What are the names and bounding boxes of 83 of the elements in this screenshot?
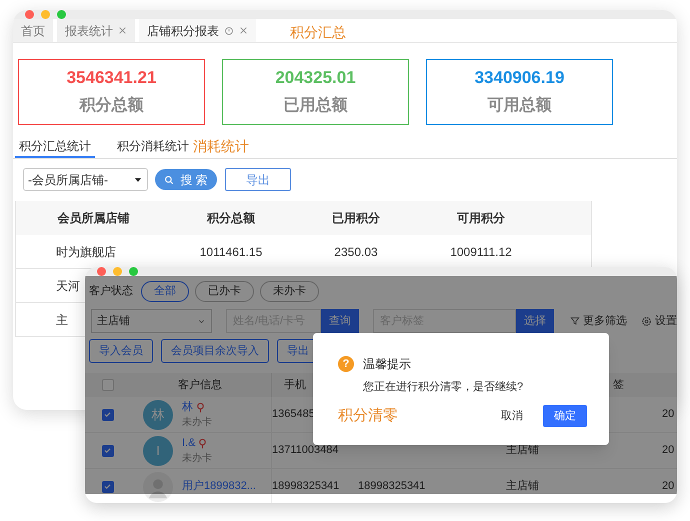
column-header: 已用积分 <box>331 210 381 227</box>
table-cell-text: 20 <box>662 443 674 458</box>
column-header: 可用积分 <box>456 210 506 227</box>
row-checkbox[interactable] <box>102 408 114 420</box>
search-button[interactable]: 查询 <box>321 309 359 333</box>
store-select[interactable]: -会员所属店铺- <box>23 168 148 191</box>
card-label: 已用总额 <box>284 96 348 116</box>
avatar-icon <box>143 472 173 502</box>
action-button[interactable]: 导入会员 <box>89 339 153 363</box>
check-icon <box>103 410 112 419</box>
column-header: 手机 <box>283 378 306 393</box>
filter-icon <box>570 316 580 326</box>
confirm-button[interactable]: 确定 <box>543 404 587 427</box>
pin-icon <box>195 402 206 412</box>
select-all-checkbox[interactable] <box>102 379 114 391</box>
question-icon: ? <box>338 356 354 372</box>
annotation-text: 积分清零 <box>338 406 398 426</box>
table-cell-text: 13711003484 <box>272 443 338 458</box>
table-cell-text: 主店铺 <box>506 478 539 494</box>
zoom-button[interactable] <box>129 267 138 276</box>
table-cell: 2350.03 <box>334 244 378 258</box>
settings-icon <box>641 316 652 326</box>
sub-tab[interactable]: 积分消耗统计 <box>113 135 193 158</box>
dialog-title: 温馨提示 <box>363 356 411 373</box>
table-cell: 1011461.15 <box>200 244 262 258</box>
annotation-text: 消耗统计 <box>193 137 249 156</box>
tab[interactable]: 首页 <box>13 19 53 42</box>
customer-name[interactable]: 用户1899832... <box>182 479 256 494</box>
sub-tab[interactable]: 积分汇总统计 <box>15 135 95 158</box>
row-checkbox[interactable] <box>102 480 114 492</box>
close-icon <box>118 26 127 35</box>
column-header: 签 <box>612 378 624 393</box>
table-cell-text: 18998325341 <box>357 479 426 494</box>
zoom-button[interactable] <box>57 10 66 19</box>
pin-icon <box>197 438 208 448</box>
annotation-text: 积分汇总 <box>290 23 346 42</box>
table-cell: 天河 <box>56 278 80 292</box>
search-button[interactable]: 选择 <box>516 309 554 333</box>
filter-label: 客户状态 <box>89 284 133 299</box>
search-button[interactable]: 搜 索 <box>155 169 217 190</box>
customer-name[interactable]: I.& <box>182 436 196 450</box>
store-select[interactable]: 主店铺 <box>91 309 212 333</box>
table-cell: 1009111.12 <box>450 244 512 258</box>
column-header: 积分总额 <box>206 210 256 227</box>
export-button[interactable]: 导出 <box>225 168 291 191</box>
avatar: I <box>143 436 173 466</box>
action-button[interactable]: 会员项目余次导入 <box>161 339 269 363</box>
close-icon <box>239 26 248 35</box>
dialog-message: 您正在进行积分清零，是否继续? <box>362 380 524 395</box>
card-status: 未办卡 <box>182 416 212 430</box>
table-cell-text: 18998325341 <box>272 479 340 494</box>
status-pill[interactable]: 未办卡 <box>260 280 319 302</box>
table-cell: 时为旗舰店 <box>56 244 116 258</box>
card-value: 204325.01 <box>275 68 356 88</box>
close-button[interactable] <box>97 267 106 276</box>
minimize-button[interactable] <box>113 267 122 276</box>
customer-name[interactable]: 林 <box>182 400 193 414</box>
info-icon <box>224 26 234 36</box>
table-cell: 主 <box>56 312 68 326</box>
minimize-button[interactable] <box>41 10 50 19</box>
row-checkbox[interactable] <box>102 444 114 456</box>
cancel-button[interactable]: 取消 <box>501 408 523 424</box>
card-label: 积分总额 <box>80 96 144 116</box>
card-value: 3340906.19 <box>474 68 564 88</box>
table-cell-text: 20 <box>662 479 674 494</box>
card-value: 3546341.21 <box>66 68 156 88</box>
table-cell-text: 20 <box>662 407 674 422</box>
column-header: 会员所属店铺 <box>56 210 130 227</box>
table-cell-text: 主店铺 <box>506 443 539 458</box>
check-icon <box>103 446 112 455</box>
tab[interactable]: 报表统计 <box>57 19 135 42</box>
status-pill[interactable]: 已办卡 <box>195 280 254 302</box>
avatar: 林 <box>143 400 173 430</box>
table-cell-text: 1365485 <box>272 407 315 422</box>
tab[interactable]: 店铺积分报表 <box>139 19 256 42</box>
check-icon <box>103 482 112 491</box>
card-label: 可用总额 <box>488 96 552 116</box>
status-pill[interactable]: 全部 <box>141 280 189 302</box>
search-icon <box>164 174 174 184</box>
more-filters-button[interactable]: 更多筛选 <box>570 312 627 330</box>
card-status: 未办卡 <box>182 452 212 466</box>
column-header: 客户信息 <box>177 378 222 393</box>
close-button[interactable] <box>25 10 34 19</box>
